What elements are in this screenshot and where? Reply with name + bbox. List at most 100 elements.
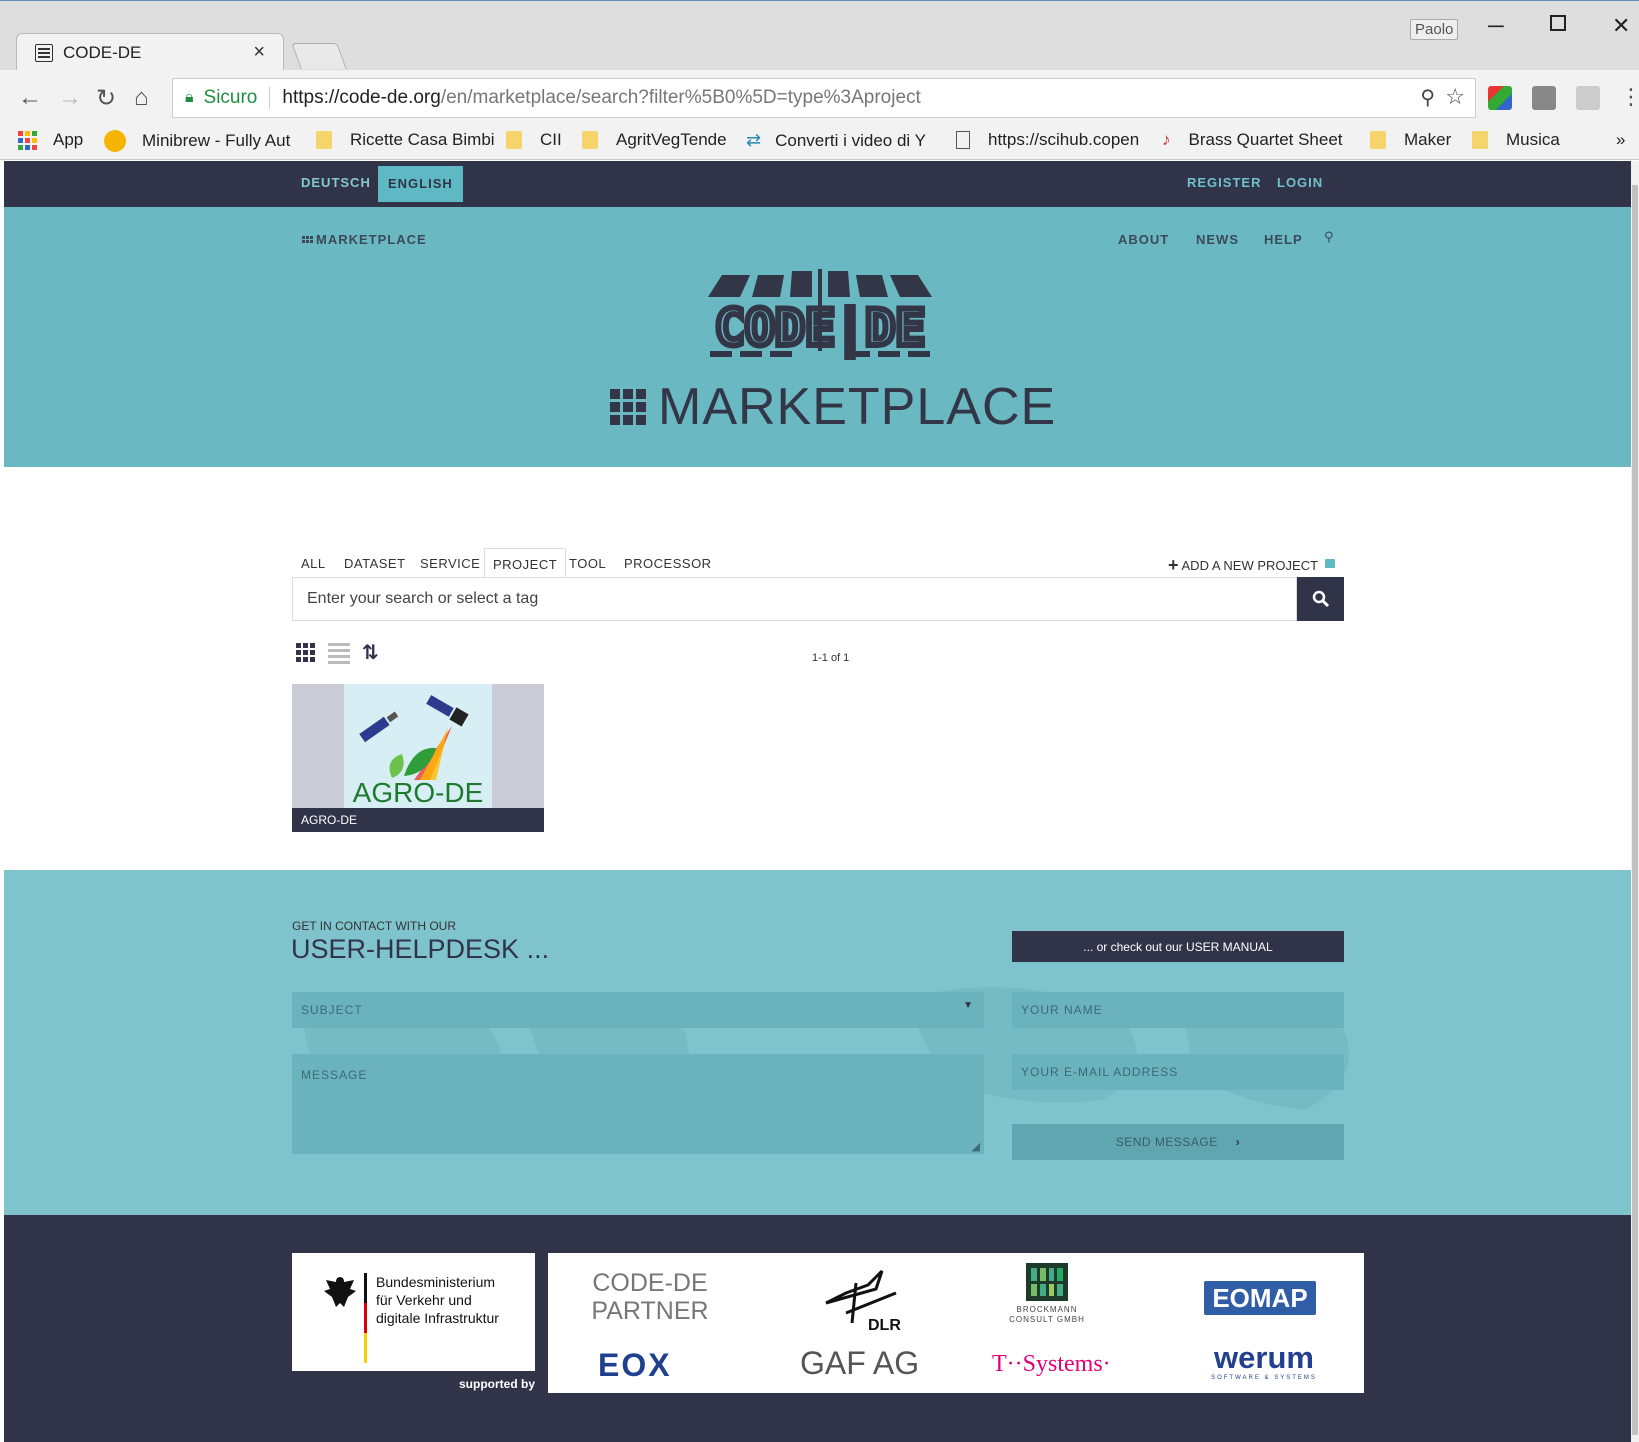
- folder-icon: [506, 131, 522, 149]
- werum-logo[interactable]: werum SOFTWARE & SYSTEMS: [1204, 1341, 1324, 1382]
- project-thumbnail: AGRO-DE: [344, 684, 492, 808]
- bookmark-item[interactable]: https://scihub.copen: [956, 130, 1139, 150]
- email-field[interactable]: YOUR E-MAIL ADDRESS: [1012, 1054, 1344, 1090]
- filter-processor[interactable]: PROCESSOR: [624, 556, 712, 571]
- page-scrollbar[interactable]: [1631, 161, 1639, 1442]
- profile-name[interactable]: Paolo: [1410, 19, 1459, 40]
- footer: Bundesministerium für Verkehr und digita…: [4, 1215, 1631, 1442]
- search-button[interactable]: [1297, 577, 1344, 621]
- address-bar[interactable]: 🔒︎ Sicuro https://code-de.org/en/marketp…: [172, 78, 1476, 118]
- resize-handle-icon[interactable]: ◢: [972, 1140, 981, 1153]
- name-field[interactable]: YOUR NAME: [1012, 992, 1344, 1028]
- filter-tool[interactable]: TOOL: [569, 556, 606, 571]
- card-title: AGRO-DE: [292, 808, 544, 832]
- site-topbar: DEUTSCH ENGLISH REGISTER LOGIN: [4, 161, 1631, 207]
- minimize-icon[interactable]: ─: [1488, 13, 1504, 39]
- browser-tab[interactable]: CODE-DE ×: [16, 33, 284, 71]
- bookmark-star-icon[interactable]: ☆: [1445, 84, 1465, 110]
- apps-grid-icon: [18, 130, 37, 150]
- back-icon[interactable]: ←: [18, 84, 42, 112]
- lang-english[interactable]: ENGLISH: [378, 166, 463, 202]
- bookmarks-bar: App Minibrew - Fully Aut Ricette Casa Bi…: [0, 124, 1639, 160]
- bookmark-item[interactable]: ♪ Brass Quartet Sheet: [1162, 130, 1343, 150]
- extension-icon[interactable]: [1576, 86, 1600, 110]
- grid-view-icon[interactable]: [296, 643, 315, 662]
- ministry-logo[interactable]: Bundesministerium für Verkehr und digita…: [292, 1253, 535, 1371]
- filter-service[interactable]: SERVICE: [420, 556, 480, 571]
- filter-all[interactable]: ALL: [301, 556, 326, 571]
- search-field: [292, 577, 1297, 621]
- music-icon: ♪: [1162, 130, 1171, 149]
- subject-select[interactable]: SUBJECT ▼: [292, 992, 984, 1028]
- lock-icon: 🔒︎: [185, 89, 194, 106]
- supported-by-label: supported by: [459, 1377, 536, 1391]
- ministry-line: für Verkehr und: [376, 1292, 472, 1308]
- zoom-icon[interactable]: ⚲: [1420, 85, 1435, 110]
- url-host: https://code-de.org: [282, 87, 441, 108]
- register-link[interactable]: REGISTER: [1187, 175, 1261, 190]
- result-card[interactable]: AGRO-DE AGRO-DE: [292, 684, 544, 832]
- browser-titlebar: CODE-DE × Paolo ─ ✕: [0, 0, 1639, 71]
- filter-dataset[interactable]: DATASET: [344, 556, 406, 571]
- search-input[interactable]: [293, 578, 1233, 620]
- user-manual-button[interactable]: ... or check out our USER MANUAL: [1012, 931, 1344, 962]
- convert-icon: ⇄: [746, 130, 762, 150]
- helpdesk-title: USER-HELPDESK ...: [291, 934, 550, 964]
- bookmarks-more[interactable]: »: [1616, 130, 1625, 150]
- forward-icon[interactable]: →: [58, 84, 82, 112]
- site-favicon-icon: [104, 130, 126, 152]
- ministry-line: digitale Infrastruktur: [376, 1310, 499, 1326]
- add-project-button[interactable]: + ADD A NEW PROJECT: [1168, 555, 1336, 576]
- satellite-icon: AGRO-DE: [353, 695, 484, 808]
- nav-help[interactable]: HELP: [1264, 232, 1303, 247]
- t-systems-logo[interactable]: T··Systems·: [992, 1351, 1111, 1378]
- page-icon: [956, 131, 970, 149]
- bookmark-item[interactable]: ⇄ Converti i video di Y: [746, 130, 926, 151]
- list-view-icon[interactable]: [328, 643, 350, 664]
- caret-down-icon: ▼: [963, 1000, 974, 1011]
- plus-icon: +: [1168, 555, 1179, 575]
- bookmark-folder[interactable]: AgritVegTende: [582, 130, 727, 150]
- grid-icon: [302, 236, 313, 243]
- reload-icon[interactable]: ↻: [96, 84, 116, 113]
- new-tab-button[interactable]: [291, 43, 347, 69]
- nav-marketplace[interactable]: MARKETPLACE: [302, 232, 427, 247]
- bookmark-folder[interactable]: CII: [506, 130, 562, 150]
- message-textarea[interactable]: MESSAGE ◢: [292, 1054, 984, 1154]
- extension-icon[interactable]: [1532, 86, 1556, 110]
- extension-icon[interactable]: [1488, 86, 1512, 110]
- page-icon: [35, 43, 53, 62]
- dlr-logo[interactable]: DLR: [816, 1263, 906, 1334]
- secure-label: Sicuro: [203, 87, 258, 108]
- folder-icon: [582, 131, 598, 149]
- partners-panel: CODE-DE PARTNER DLR BROCKMANN CONSULT GM…: [548, 1253, 1364, 1393]
- bookmark-folder[interactable]: Maker: [1370, 130, 1451, 150]
- eagle-icon: [324, 1277, 356, 1307]
- lang-deutsch[interactable]: DEUTSCH: [301, 175, 371, 190]
- sort-icon[interactable]: ⇅: [362, 640, 379, 665]
- maximize-icon[interactable]: [1550, 15, 1566, 31]
- code-de-logo: CODE|DE: [700, 267, 940, 363]
- filter-project[interactable]: PROJECT: [484, 548, 567, 578]
- eox-logo[interactable]: EOX: [598, 1347, 672, 1384]
- search-icon: [1312, 590, 1329, 608]
- nav-news[interactable]: NEWS: [1196, 232, 1239, 247]
- nav-about[interactable]: ABOUT: [1118, 232, 1169, 247]
- bookmark-folder[interactable]: Musica: [1472, 130, 1560, 150]
- bookmark-item[interactable]: Minibrew - Fully Aut: [104, 130, 290, 152]
- card-image-text: AGRO-DE: [353, 777, 484, 808]
- home-icon[interactable]: ⌂: [134, 84, 149, 112]
- search-icon[interactable]: ⚲: [1324, 229, 1335, 245]
- bookmark-apps[interactable]: App: [18, 130, 83, 150]
- login-link[interactable]: LOGIN: [1277, 175, 1323, 190]
- window-close-icon[interactable]: ✕: [1612, 13, 1630, 39]
- send-message-button[interactable]: SEND MESSAGE ›: [1012, 1124, 1344, 1160]
- folder-icon: [316, 131, 332, 149]
- menu-dots-icon[interactable]: ⋮: [1620, 84, 1639, 110]
- bookmark-folder[interactable]: Ricette Casa Bimbi: [316, 130, 495, 150]
- gaf-logo[interactable]: GAF AG: [800, 1345, 919, 1382]
- brockmann-logo[interactable]: BROCKMANN CONSULT GMBH: [992, 1263, 1102, 1333]
- grid-icon: [610, 389, 646, 425]
- close-tab-icon[interactable]: ×: [253, 41, 265, 64]
- eomap-logo[interactable]: EOMAP: [1204, 1281, 1316, 1315]
